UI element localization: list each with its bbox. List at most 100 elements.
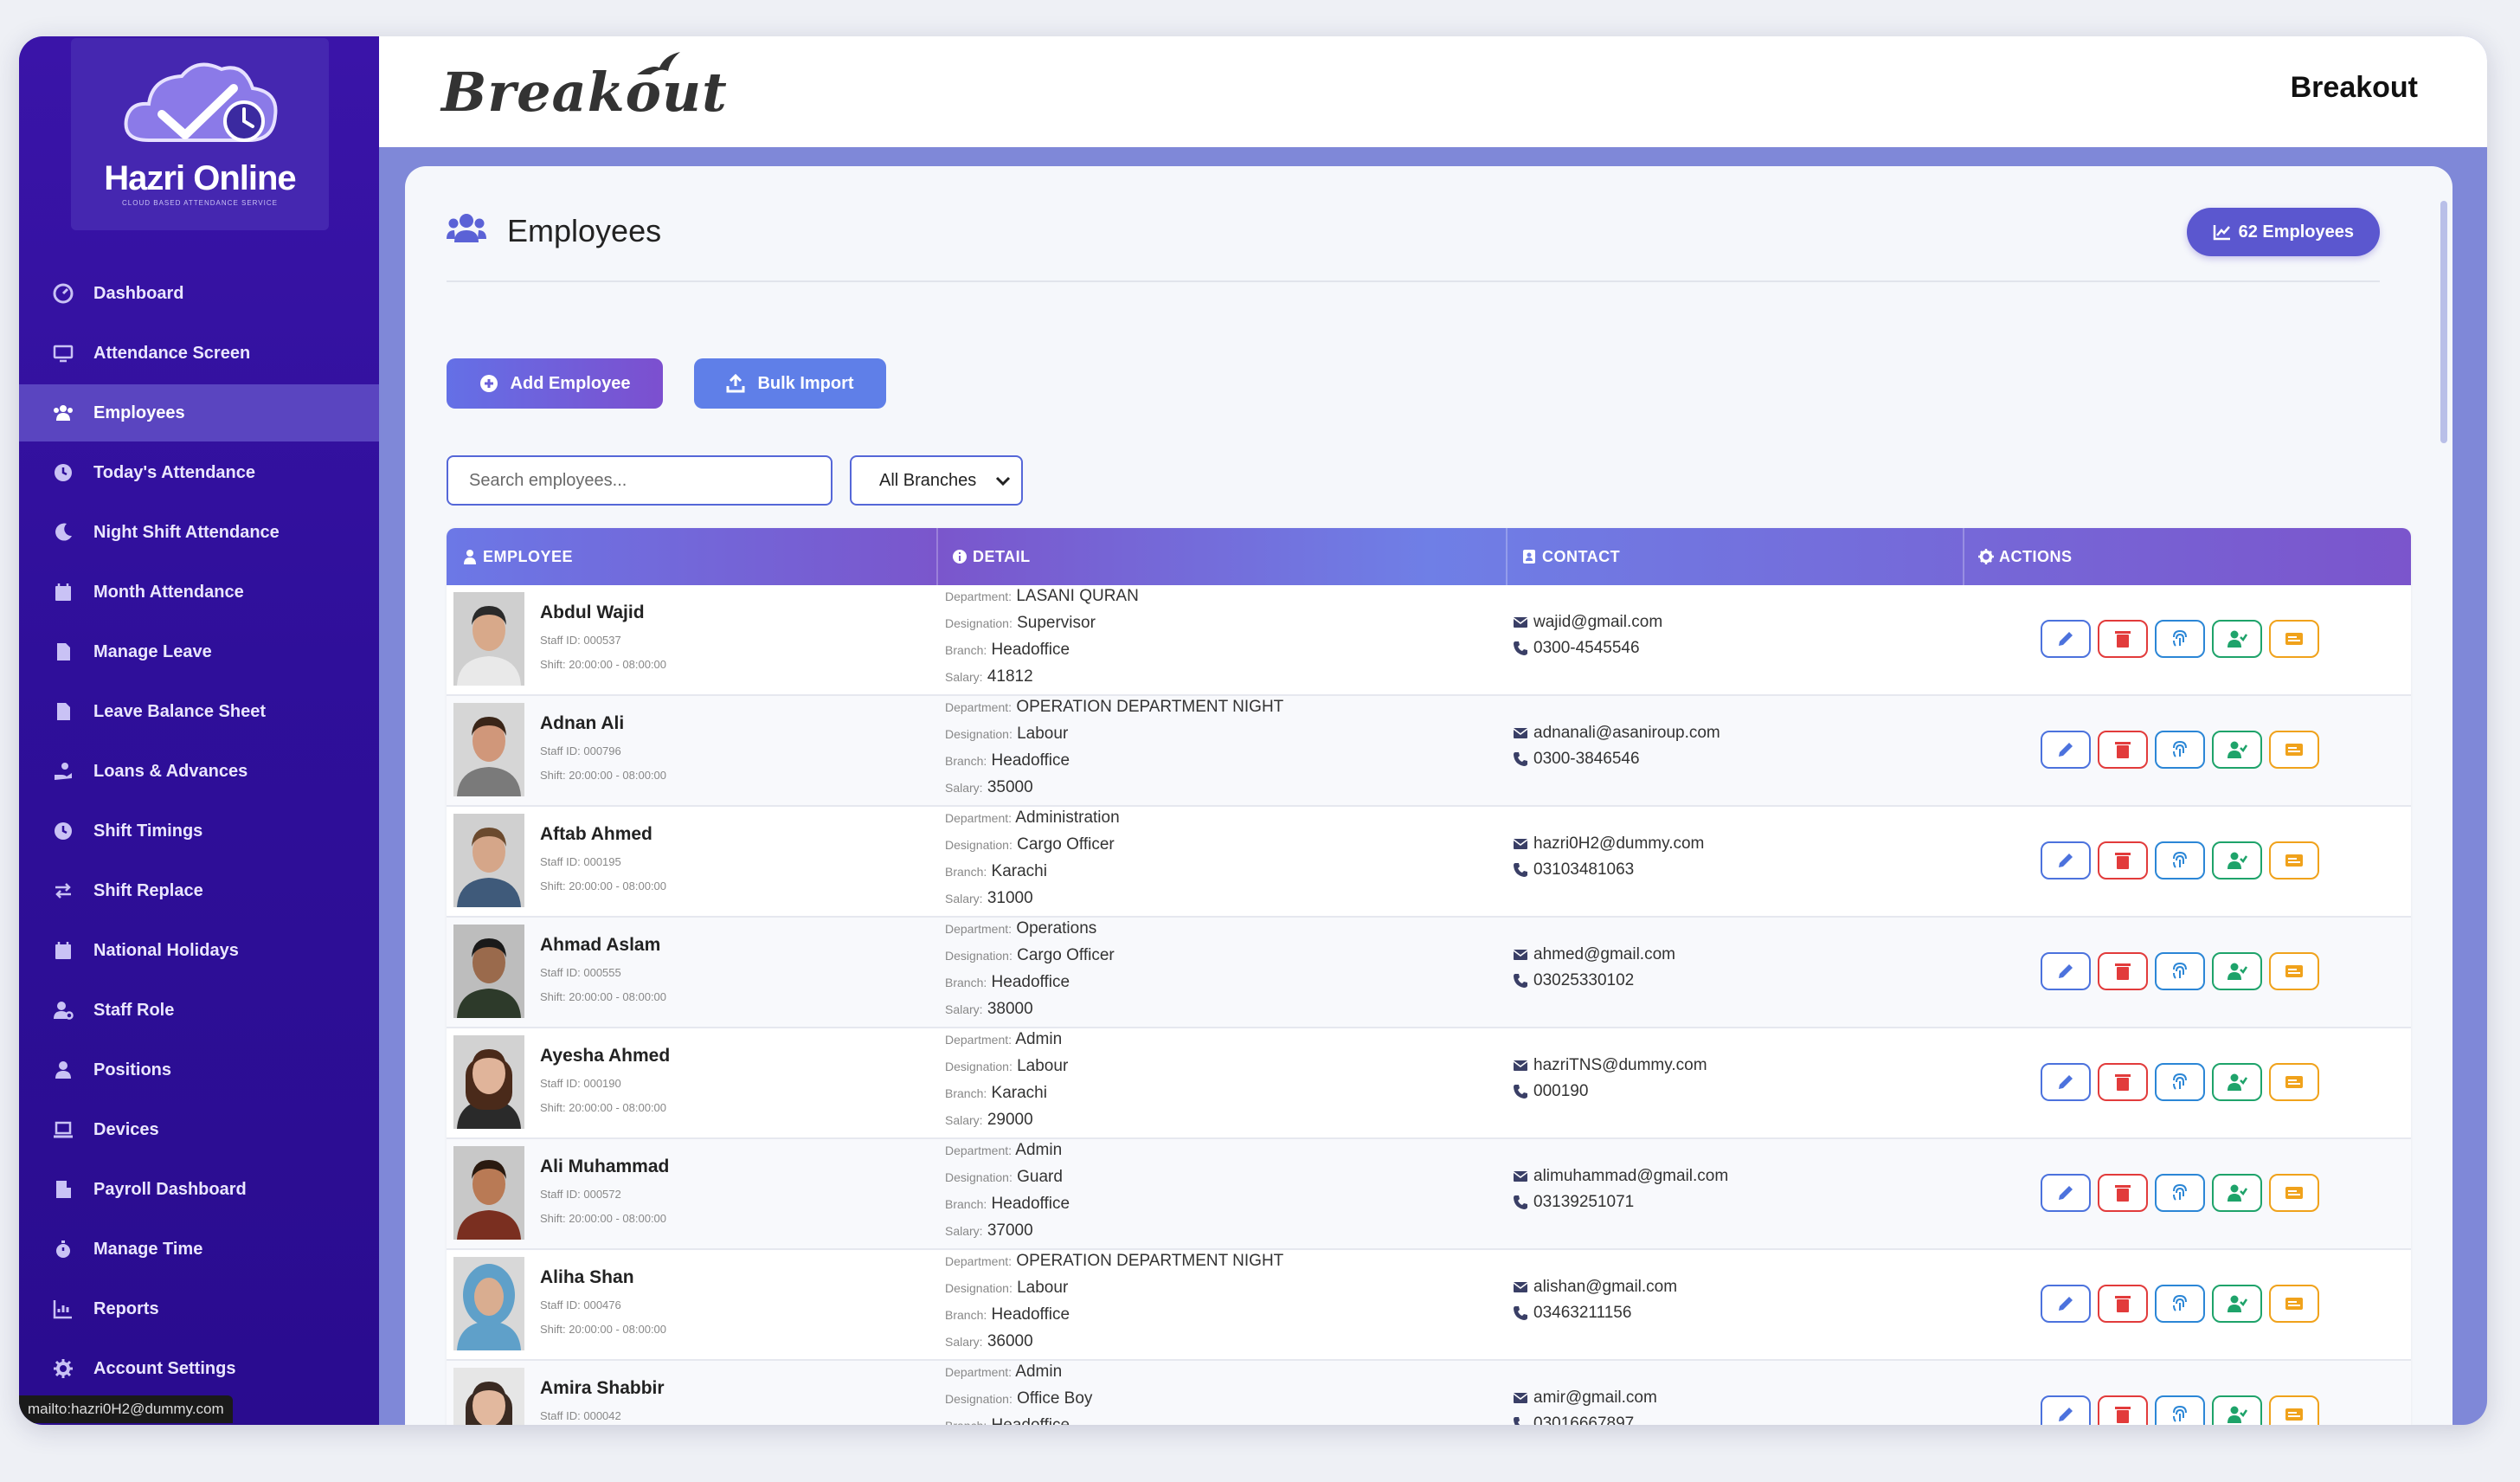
employee-name[interactable]: Aftab Ahmed — [540, 824, 652, 845]
sidebar-item-label: Dashboard — [93, 283, 184, 303]
sidebar-item-national-holidays[interactable]: National Holidays — [19, 922, 379, 979]
employee-email[interactable]: hazriTNS@dummy.com — [1513, 1056, 1707, 1075]
shift-label: Shift: — [540, 880, 566, 892]
delete-button[interactable] — [2098, 620, 2148, 658]
sidebar-item-leave-balance-sheet[interactable]: Leave Balance Sheet — [19, 683, 379, 740]
staff-id-value: 000796 — [583, 744, 621, 757]
edit-button[interactable] — [2041, 841, 2091, 880]
department-value: OPERATION DEPARTMENT NIGHT — [1016, 698, 1284, 716]
scrollbar[interactable] — [2440, 201, 2447, 443]
table-row: Abdul Wajid Staff ID: 000537 Shift: 20:00:… — [447, 585, 2411, 696]
employee-name[interactable]: Adnan Ali — [540, 713, 624, 734]
branch-select[interactable]: All Branches — [850, 455, 1023, 506]
assign-user-button[interactable] — [2212, 1285, 2262, 1323]
add-employee-button[interactable]: Add Employee — [447, 358, 663, 409]
sidebar-item-attendance-screen[interactable]: Attendance Screen — [19, 325, 379, 382]
edit-button[interactable] — [2041, 620, 2091, 658]
delete-button[interactable] — [2098, 731, 2148, 769]
sidebar-item-positions[interactable]: Positions — [19, 1041, 379, 1099]
sidebar-item-shift-timings[interactable]: Shift Timings — [19, 802, 379, 860]
assign-user-button[interactable] — [2212, 1395, 2262, 1425]
header-divider — [1506, 528, 1508, 585]
edit-button[interactable] — [2041, 1285, 2091, 1323]
search-input[interactable] — [447, 455, 832, 506]
id-card-button[interactable] — [2269, 1285, 2319, 1323]
delete-button[interactable] — [2098, 1174, 2148, 1212]
delete-button[interactable] — [2098, 841, 2148, 880]
employee-email[interactable]: wajid@gmail.com — [1513, 613, 1662, 632]
assign-user-button[interactable] — [2212, 841, 2262, 880]
fingerprint-button[interactable] — [2155, 1285, 2205, 1323]
sidebar-item-manage-time[interactable]: Manage Time — [19, 1221, 379, 1278]
document-icon — [50, 639, 76, 665]
edit-button[interactable] — [2041, 1174, 2091, 1212]
delete-button[interactable] — [2098, 1063, 2148, 1101]
delete-button[interactable] — [2098, 952, 2148, 990]
sidebar-item-label: Month Attendance — [93, 582, 244, 602]
edit-button[interactable] — [2041, 1395, 2091, 1425]
branch-value: Headoffice — [991, 973, 1070, 991]
employee-name[interactable]: Ahmad Aslam — [540, 935, 660, 956]
envelope-icon — [1513, 1171, 1528, 1182]
assign-user-button[interactable] — [2212, 952, 2262, 990]
id-card-button[interactable] — [2269, 1174, 2319, 1212]
fingerprint-button[interactable] — [2155, 620, 2205, 658]
employee-email[interactable]: ahmed@gmail.com — [1513, 945, 1675, 964]
id-card-button[interactable] — [2269, 620, 2319, 658]
staff-id: Staff ID: 000190 — [540, 1077, 621, 1090]
employee-email[interactable]: adnanali@asaniroup.com — [1513, 724, 1720, 743]
branch: Branch: Headoffice — [945, 1305, 1070, 1324]
id-card-button[interactable] — [2269, 731, 2319, 769]
sidebar-item-reports[interactable]: Reports — [19, 1280, 379, 1337]
sidebar-item-staff-role[interactable]: Staff Role — [19, 982, 379, 1039]
bulk-import-button[interactable]: Bulk Import — [694, 358, 886, 409]
employee-email[interactable]: amir@gmail.com — [1513, 1389, 1657, 1408]
employee-name[interactable]: Ayesha Ahmed — [540, 1046, 670, 1066]
fingerprint-button[interactable] — [2155, 731, 2205, 769]
fingerprint-button[interactable] — [2155, 841, 2205, 880]
sidebar-item-employees[interactable]: Employees — [19, 384, 379, 441]
employee-email[interactable]: hazri0H2@dummy.com — [1513, 834, 1704, 854]
employee-email[interactable]: alishan@gmail.com — [1513, 1278, 1677, 1297]
sidebar-item-month-attendance[interactable]: Month Attendance — [19, 564, 379, 621]
delete-button[interactable] — [2098, 1395, 2148, 1425]
sidebar-item-shift-replace[interactable]: Shift Replace — [19, 862, 379, 919]
assign-user-button[interactable] — [2212, 620, 2262, 658]
employee-name[interactable]: Aliha Shan — [540, 1267, 634, 1288]
app-logo[interactable]: Hazri Online CLOUD BASED ATTENDANCE SERV… — [71, 38, 329, 230]
sidebar-item-manage-leave[interactable]: Manage Leave — [19, 623, 379, 680]
assign-user-button[interactable] — [2212, 731, 2262, 769]
branch: Branch: Headoffice — [945, 973, 1070, 992]
header-actions: ACTIONS — [1978, 528, 2073, 585]
id-card-button[interactable] — [2269, 952, 2319, 990]
assign-user-button[interactable] — [2212, 1174, 2262, 1212]
fingerprint-button[interactable] — [2155, 952, 2205, 990]
employee-name[interactable]: Abdul Wajid — [540, 602, 645, 623]
sidebar-item-payroll-dashboard[interactable]: Payroll Dashboard — [19, 1161, 379, 1218]
fingerprint-button[interactable] — [2155, 1063, 2205, 1101]
sidebar-item-label: Shift Timings — [93, 821, 203, 841]
fingerprint-button[interactable] — [2155, 1174, 2205, 1212]
delete-button[interactable] — [2098, 1285, 2148, 1323]
branch-value: Headoffice — [991, 1195, 1070, 1213]
sidebar-item-today-s-attendance[interactable]: Today's Attendance — [19, 444, 379, 501]
id-card-button[interactable] — [2269, 1395, 2319, 1425]
edit-button[interactable] — [2041, 731, 2091, 769]
sidebar-item-account-settings[interactable]: Account Settings — [19, 1340, 379, 1397]
id-card-button[interactable] — [2269, 841, 2319, 880]
edit-button[interactable] — [2041, 952, 2091, 990]
assign-user-button[interactable] — [2212, 1063, 2262, 1101]
employee-email[interactable]: alimuhammad@gmail.com — [1513, 1167, 1728, 1186]
id-card-button[interactable] — [2269, 1063, 2319, 1101]
sidebar-item-devices[interactable]: Devices — [19, 1101, 379, 1158]
sidebar-item-dashboard[interactable]: Dashboard — [19, 265, 379, 322]
id-card-icon — [2284, 1404, 2305, 1425]
sidebar-item-night-shift-attendance[interactable]: Night Shift Attendance — [19, 504, 379, 561]
fingerprint-button[interactable] — [2155, 1395, 2205, 1425]
edit-button[interactable] — [2041, 1063, 2091, 1101]
employee-name[interactable]: Amira Shabbir — [540, 1378, 665, 1399]
sidebar-item-loans-advances[interactable]: Loans & Advances — [19, 743, 379, 800]
staff-id: Staff ID: 000042 — [540, 1409, 621, 1422]
shift: Shift: 20:00:00 - 08:00:00 — [540, 990, 666, 1003]
employee-name[interactable]: Ali Muhammad — [540, 1157, 669, 1177]
